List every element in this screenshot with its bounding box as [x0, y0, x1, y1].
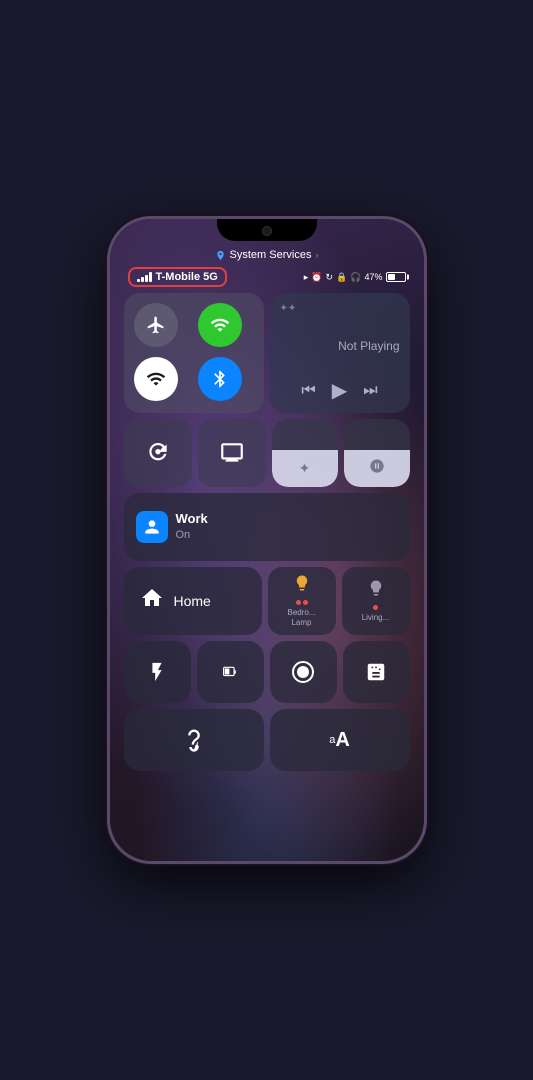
sync-icon: ↻: [326, 272, 334, 283]
work-focus-text: Work On: [176, 511, 208, 542]
status-icons: ▸ ⏰ ↻ 🔒 🎧 47%: [304, 272, 406, 283]
rewind-button[interactable]: ⏮: [301, 382, 315, 400]
connectivity-panel: [124, 293, 264, 413]
airplane-icon: [146, 315, 166, 335]
home-icon: [140, 586, 164, 616]
screen-mirror-button[interactable]: [198, 419, 266, 487]
headphone-icon: 🎧: [350, 272, 361, 283]
wifi-icon: [146, 369, 166, 389]
fast-forward-button[interactable]: ⏭: [363, 382, 377, 400]
work-focus-icon: [136, 511, 168, 543]
volume-slider[interactable]: [344, 419, 410, 487]
work-title: Work: [176, 511, 208, 528]
person-badge-icon: [142, 517, 162, 537]
now-playing-panel[interactable]: ✦✦ Not Playing ⏮ ▶ ⏭: [270, 293, 410, 413]
flashlight-button[interactable]: [124, 641, 191, 703]
bedroom-lamp-button[interactable]: Bedro...Lamp: [268, 567, 336, 635]
battery-fill: [388, 274, 396, 280]
system-services-row[interactable]: System Services ›: [124, 249, 410, 261]
lock-rotation-button[interactable]: [124, 419, 192, 487]
battery-indicator: [386, 272, 406, 282]
bedroom-status-dot2: [303, 600, 308, 605]
hearing-button[interactable]: [124, 709, 264, 771]
cellular-button[interactable]: [198, 303, 242, 347]
control-center-grid: ✦✦ Not Playing ⏮ ▶ ⏭: [124, 293, 410, 847]
brightness-slider[interactable]: ✦: [272, 419, 338, 487]
volume-icon: [369, 458, 385, 477]
calculator-icon: [365, 661, 387, 683]
notch: [217, 219, 317, 241]
now-playing-title: Not Playing: [280, 339, 400, 353]
bedroom-lamp-label: Bedro...Lamp: [287, 608, 315, 627]
bar1: [137, 279, 140, 282]
carrier-label: T-Mobile 5G: [156, 271, 218, 283]
status-bar: T-Mobile 5G ▸ ⏰ ↻ 🔒 🎧 47%: [124, 267, 410, 287]
battery-percent: 47%: [364, 272, 382, 282]
row-6: a A: [124, 709, 410, 771]
play-button[interactable]: ▶: [332, 378, 347, 403]
record-icon: [291, 660, 315, 684]
living-lamp-icon: [367, 579, 385, 602]
row-3: Work On: [124, 493, 410, 561]
living-lamp-button[interactable]: Living...: [342, 567, 410, 635]
low-power-button[interactable]: [197, 641, 264, 703]
chevron-icon: ›: [315, 250, 318, 260]
home-label: Home: [174, 593, 211, 609]
system-services-label: System Services: [230, 249, 312, 261]
bedroom-lamp-icon: [293, 574, 311, 597]
bar2: [141, 277, 144, 282]
lock-icon: 🔒: [336, 272, 347, 283]
screen-record-button[interactable]: [270, 641, 337, 703]
home-button[interactable]: Home: [124, 567, 262, 635]
wifi-button[interactable]: [134, 357, 178, 401]
ear-icon: [180, 726, 208, 754]
camera: [262, 226, 272, 236]
airpods-icon: ✦✦: [280, 303, 297, 314]
phone-frame: System Services › T-Mobile 5G ▸ ⏰ ↻ 🔒 🎧: [107, 216, 427, 864]
row-2: ✦: [124, 419, 410, 487]
lock-rotation-icon: [145, 440, 171, 466]
screen-mirror-icon: [219, 440, 245, 466]
airpods-volume-icon: [369, 458, 385, 474]
row-1: ✦✦ Not Playing ⏮ ▶ ⏭: [124, 293, 410, 413]
row-5: [124, 641, 410, 703]
bar3: [145, 275, 148, 282]
battery-shell: [386, 272, 406, 282]
house-icon: [140, 586, 164, 610]
location-status-icon: ▸: [304, 272, 309, 283]
living-status-dot: [373, 605, 378, 610]
location-icon: [215, 250, 226, 261]
text-size-large: A: [335, 729, 349, 752]
text-size-button[interactable]: a A: [270, 709, 410, 771]
living-lamp-label: Living...: [362, 613, 390, 623]
work-subtitle: On: [176, 528, 208, 542]
carrier-pill: T-Mobile 5G: [128, 267, 227, 287]
bedroom-status-dot: [296, 600, 301, 605]
row-4: Home Bedro...Lamp: [124, 567, 410, 635]
airplane-mode-button[interactable]: [134, 303, 178, 347]
lamp-bulb-icon2: [367, 579, 385, 597]
playback-controls: ⏮ ▶ ⏭: [280, 378, 400, 403]
bluetooth-icon: [210, 369, 230, 389]
alarm-icon: ⏰: [311, 272, 322, 283]
brightness-icon: ✦: [299, 460, 311, 477]
bar4: [149, 272, 152, 282]
calculator-button[interactable]: [343, 641, 410, 703]
work-focus-button[interactable]: Work On: [124, 493, 410, 561]
flashlight-icon: [146, 661, 168, 683]
battery-icon: [216, 665, 244, 679]
lamp-bulb-icon: [293, 574, 311, 592]
bluetooth-button[interactable]: [198, 357, 242, 401]
cellular-icon: [210, 315, 230, 335]
signal-bars: [137, 272, 152, 282]
